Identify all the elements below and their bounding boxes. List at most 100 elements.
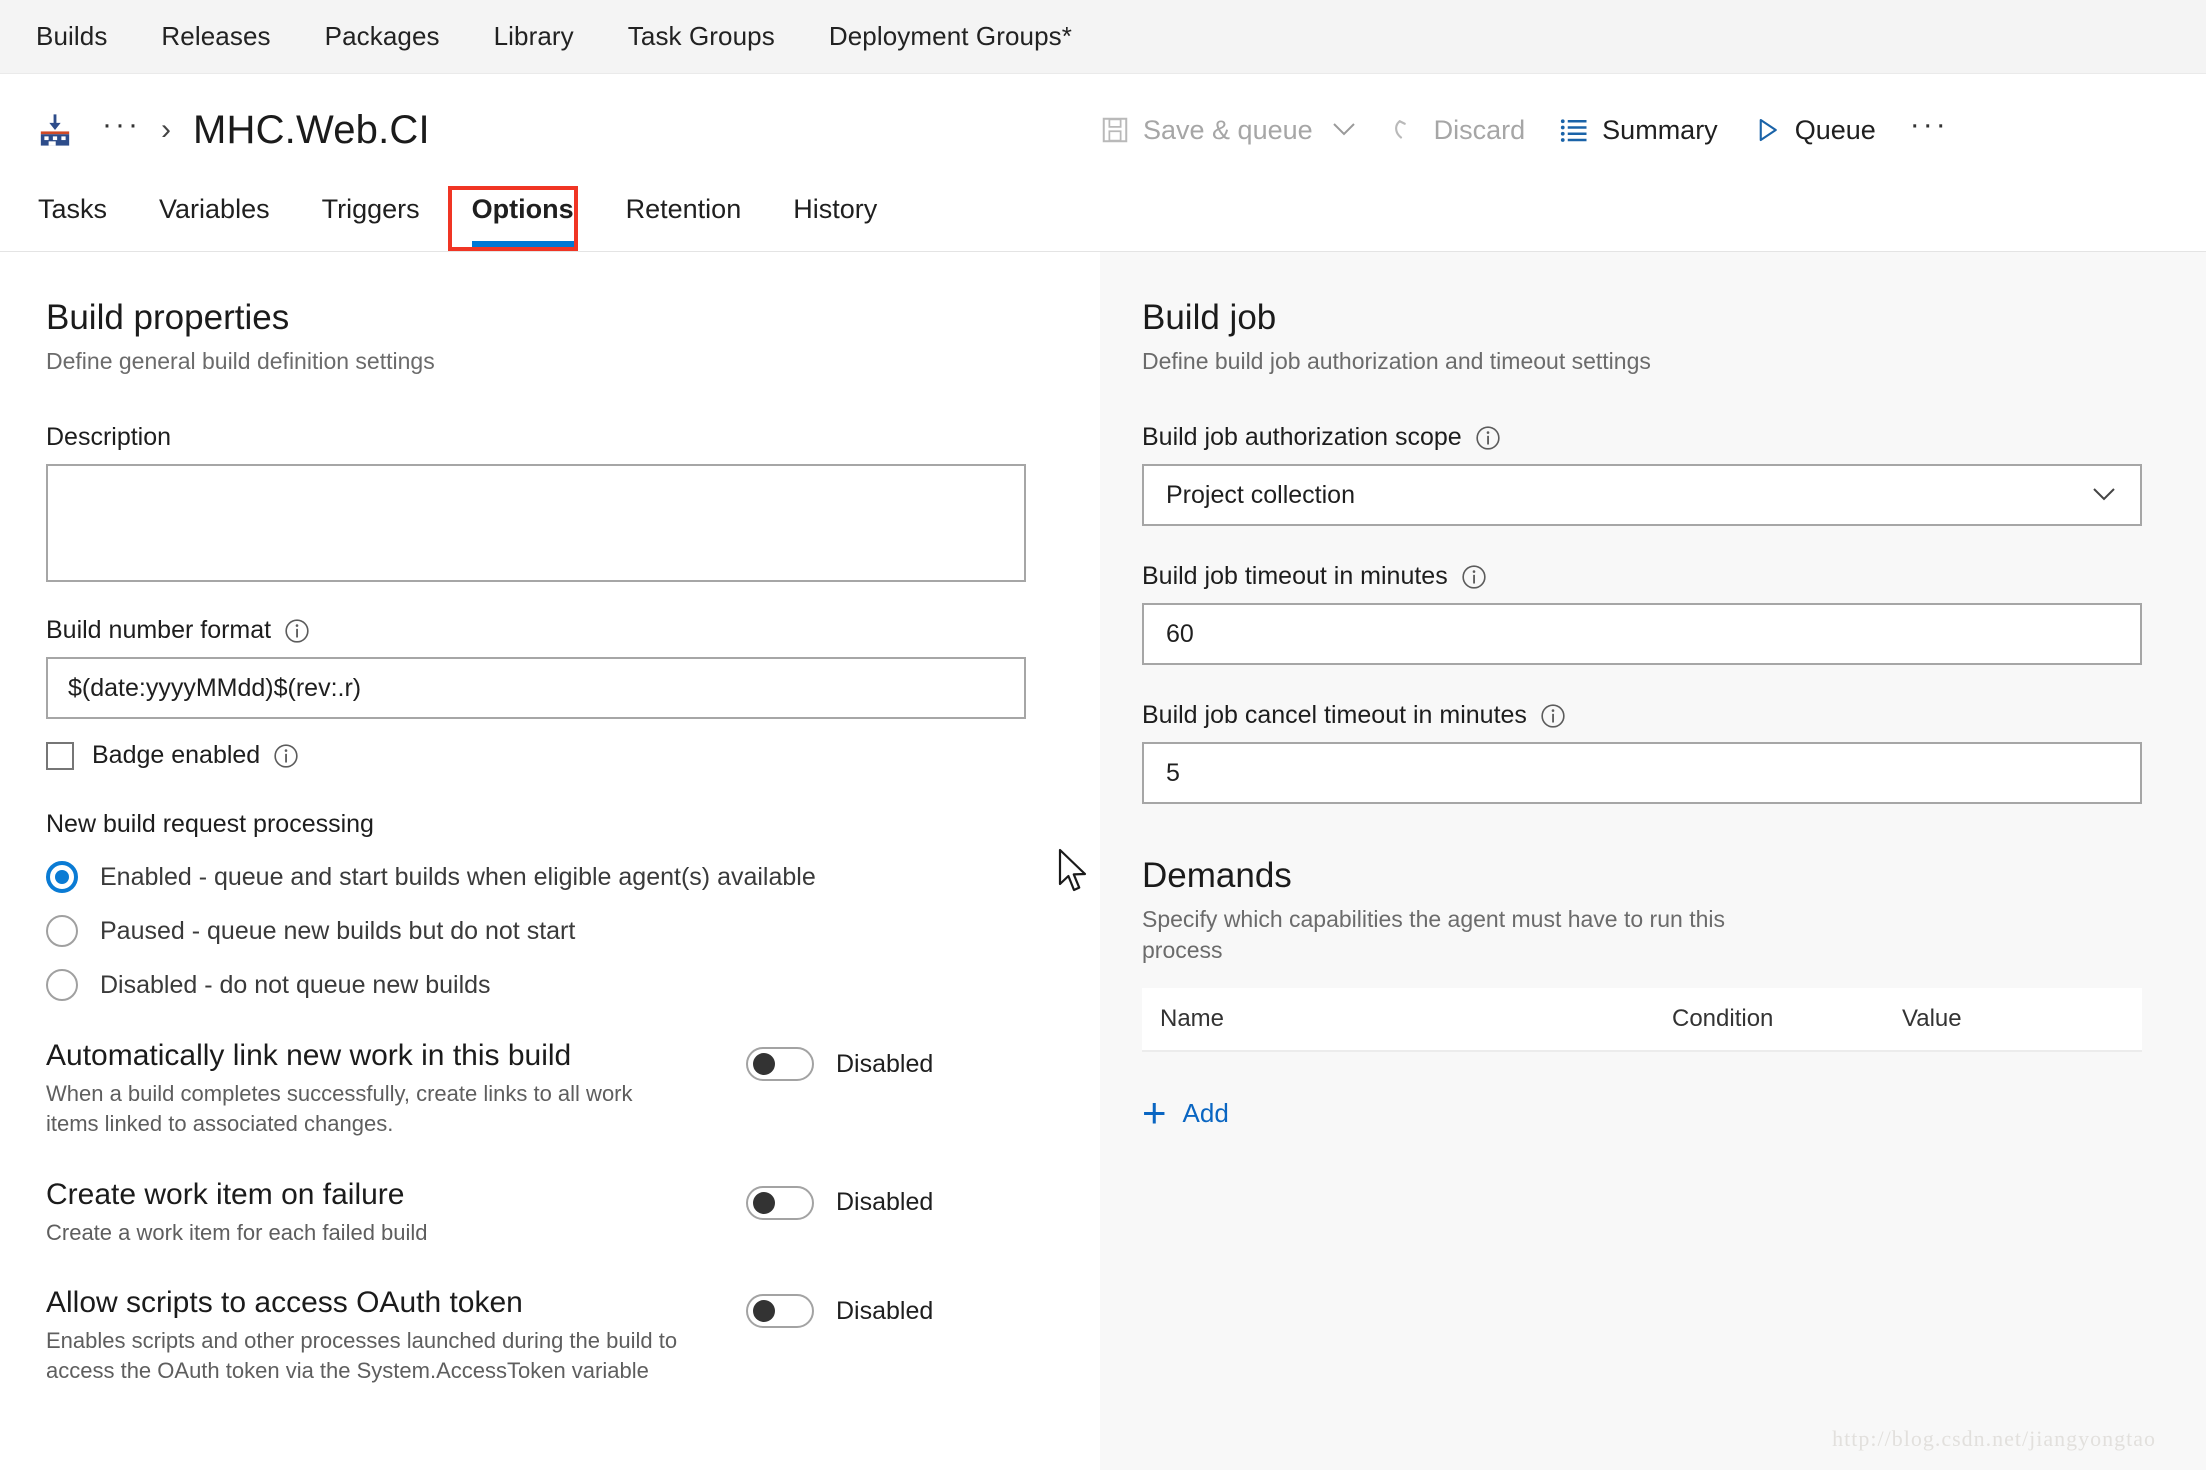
command-toolbar: Save & queue Discard Summary Queue ···: [1100, 74, 1949, 186]
demands-subtitle: Specify which capabilities the agent mus…: [1142, 906, 1725, 964]
auto-link-work-text: Automatically link new work in this buil…: [46, 1039, 746, 1140]
tab-history[interactable]: History: [793, 186, 877, 225]
chevron-right-icon: ›: [160, 113, 171, 146]
tab-retention[interactable]: Retention: [626, 186, 742, 225]
summary-label: Summary: [1602, 114, 1718, 145]
create-work-item-heading: Create work item on failure: [46, 1177, 405, 1211]
allow-oauth-token-toggle[interactable]: [746, 1294, 814, 1329]
build-number-format-value: $(date:yyyyMMdd)$(rev:.r): [68, 673, 362, 702]
tab-triggers[interactable]: Triggers: [322, 186, 420, 225]
hubnav-item-task-groups[interactable]: Task Groups: [628, 21, 775, 52]
new-build-request-processing-label: New build request processing: [46, 810, 374, 839]
more-commands-button[interactable]: ···: [1910, 108, 1949, 152]
tab-options[interactable]: Options: [471, 186, 574, 247]
summary-button[interactable]: Summary: [1559, 115, 1718, 146]
auth-scope-value: Project collection: [1166, 480, 1355, 509]
radio-row-disabled[interactable]: Disabled - do not queue new builds: [46, 969, 1100, 1002]
column-header-name: Name: [1160, 1005, 1225, 1033]
hubnav-item-builds[interactable]: Builds: [36, 21, 107, 52]
auto-link-work-heading: Automatically link new work in this buil…: [46, 1039, 572, 1073]
add-demand-button[interactable]: + Add: [1142, 1092, 2206, 1134]
timeout-input[interactable]: 60: [1142, 603, 2142, 666]
toggle-knob: [753, 1300, 775, 1323]
radio-disabled-label: Disabled - do not queue new builds: [100, 970, 491, 999]
discard-label: Discard: [1433, 114, 1526, 145]
allow-oauth-token-state: Disabled: [836, 1296, 934, 1325]
radio-row-enabled[interactable]: Enabled - queue and start builds when el…: [46, 861, 1100, 894]
build-definition-icon: [38, 113, 72, 147]
info-icon[interactable]: [1475, 425, 1501, 451]
toggle-knob: [753, 1053, 775, 1076]
add-demand-label: Add: [1182, 1097, 1229, 1128]
queue-label: Queue: [1794, 114, 1876, 145]
column-header-value: Value: [1902, 1005, 1962, 1033]
auth-scope-dropdown[interactable]: Project collection: [1142, 464, 2142, 527]
auto-link-work-toggle[interactable]: [746, 1047, 814, 1082]
discard-button[interactable]: Discard: [1391, 114, 1526, 146]
build-job-title: Build job: [1142, 298, 1277, 337]
build-job-panel: Build job Define build job authorization…: [1100, 252, 2206, 1470]
auto-link-work-description: When a build completes successfully, cre…: [46, 1081, 633, 1137]
chevron-down-icon[interactable]: [1331, 116, 1357, 144]
breadcrumb: ··· › MHC.Web.CI: [0, 108, 430, 153]
description-label: Description: [46, 423, 1100, 452]
summary-list-icon: [1559, 115, 1589, 145]
tab-retention-label: Retention: [625, 194, 742, 224]
tab-history-label: History: [793, 194, 878, 224]
timeout-label-text: Build job timeout in minutes: [1142, 562, 1448, 591]
radio-paused[interactable]: [46, 915, 78, 948]
setting-auto-link-work: Automatically link new work in this buil…: [46, 1039, 1100, 1140]
radio-disabled[interactable]: [46, 969, 78, 1002]
radio-row-paused[interactable]: Paused - queue new builds but do not sta…: [46, 915, 1100, 948]
info-icon[interactable]: [1461, 564, 1487, 590]
build-properties-subtitle: Define general build definition settings: [46, 348, 435, 374]
build-job-subtitle: Define build job authorization and timeo…: [1142, 348, 1651, 374]
queue-button[interactable]: Queue: [1752, 115, 1876, 146]
badge-enabled-checkbox[interactable]: [46, 741, 74, 770]
info-icon[interactable]: [284, 618, 310, 644]
allow-oauth-token-description: Enables scripts and other processes laun…: [46, 1328, 678, 1384]
column-header-condition: Condition: [1672, 1005, 1774, 1033]
allow-oauth-token-heading: Allow scripts to access OAuth token: [46, 1286, 523, 1320]
app-root: Builds Releases Packages Library Task Gr…: [0, 0, 2206, 1470]
build-number-format-input[interactable]: $(date:yyyyMMdd)$(rev:.r): [46, 657, 1026, 720]
page-title: MHC.Web.CI: [192, 107, 430, 152]
info-icon[interactable]: [1540, 703, 1566, 729]
timeout-value: 60: [1166, 619, 1194, 648]
breadcrumb-overflow-ellipsis[interactable]: ···: [102, 110, 141, 150]
cancel-timeout-value: 5: [1166, 758, 1180, 787]
allow-oauth-token-text: Allow scripts to access OAuth token Enab…: [46, 1286, 746, 1387]
auth-scope-label-text: Build job authorization scope: [1142, 423, 1462, 452]
hubnav-item-deployment-groups[interactable]: Deployment Groups*: [829, 21, 1072, 52]
tab-tasks-label: Tasks: [38, 194, 108, 224]
tab-options-label: Options: [471, 194, 574, 224]
cancel-timeout-label-text: Build job cancel timeout in minutes: [1142, 701, 1527, 730]
hubnav-item-library[interactable]: Library: [494, 21, 574, 52]
save-and-queue-button[interactable]: Save & queue: [1100, 115, 1357, 146]
tab-variables[interactable]: Variables: [159, 186, 270, 225]
cancel-timeout-label: Build job cancel timeout in minutes: [1142, 701, 2206, 730]
hub-navigation: Builds Releases Packages Library Task Gr…: [0, 0, 2206, 74]
create-work-item-text: Create work item on failure Create a wor…: [46, 1178, 746, 1248]
cancel-timeout-input[interactable]: 5: [1142, 742, 2142, 805]
pivot-tabs: Tasks Variables Triggers Options Retenti…: [0, 186, 2206, 252]
hubnav-item-releases[interactable]: Releases: [161, 21, 270, 52]
info-icon[interactable]: [273, 743, 299, 769]
auth-scope-label: Build job authorization scope: [1142, 423, 2206, 452]
save-and-queue-label: Save & queue: [1143, 114, 1313, 145]
create-work-item-toggle[interactable]: [746, 1185, 814, 1220]
radio-enabled-label: Enabled - queue and start builds when el…: [100, 862, 816, 891]
play-triangle-icon: [1752, 115, 1782, 145]
toggle-knob: [753, 1191, 775, 1214]
hubnav-item-packages[interactable]: Packages: [325, 21, 440, 52]
radio-paused-label: Paused - queue new builds but do not sta…: [100, 916, 576, 945]
timeout-label: Build job timeout in minutes: [1142, 562, 2206, 591]
radio-enabled[interactable]: [46, 861, 78, 894]
tab-tasks[interactable]: Tasks: [38, 186, 107, 225]
save-icon: [1100, 115, 1130, 145]
setting-create-work-item-on-failure: Create work item on failure Create a wor…: [46, 1178, 1100, 1248]
demands-section: Demands Specify which capabilities the a…: [1142, 856, 2206, 966]
setting-allow-oauth-token: Allow scripts to access OAuth token Enab…: [46, 1286, 1100, 1387]
allow-oauth-token-toggle-wrap: Disabled: [746, 1294, 934, 1329]
description-textarea[interactable]: [46, 464, 1026, 583]
